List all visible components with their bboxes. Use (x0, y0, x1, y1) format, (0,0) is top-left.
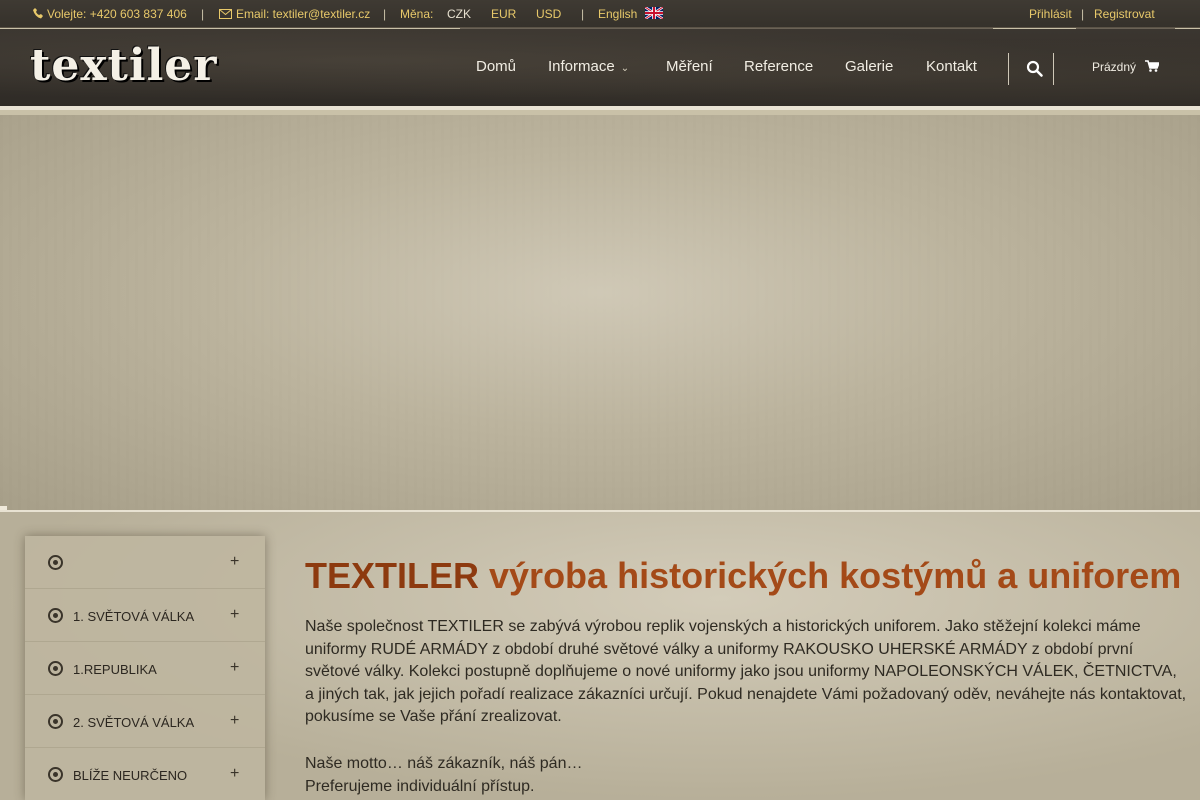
category-item-republika[interactable]: 1.REPUBLIKA + (25, 642, 265, 695)
expand-icon[interactable]: + (230, 553, 239, 571)
category-item-unspecified[interactable]: BLÍŽE NEURČENO + (25, 748, 265, 800)
login-link[interactable]: Přihlásit (1029, 7, 1072, 21)
cart-button[interactable]: Prázdný (1092, 60, 1161, 75)
dot-circle-icon (48, 767, 63, 782)
nav-reference[interactable]: Reference (744, 58, 813, 75)
category-sidebar: + 1. SVĚTOVÁ VÁLKA + 1.REPUBLIKA + 2. SV… (25, 536, 265, 800)
divider (1008, 53, 1009, 85)
expand-icon[interactable]: + (230, 606, 239, 624)
navbar-bottom-border (0, 106, 1200, 110)
language-text: English (598, 7, 638, 21)
nav-mereni[interactable]: Měření (666, 58, 713, 75)
page-title: TEXTILER výroba historických kostýmů a u… (305, 556, 1185, 596)
page-title-rest: výroba historických kostýmů a uniforem (479, 555, 1182, 596)
top-bar: Volejte: +420 603 837 406 | Email: texti… (0, 0, 1200, 30)
separator: | (201, 7, 205, 21)
chevron-down-icon: ⌄ (620, 63, 630, 74)
search-icon[interactable] (1026, 60, 1044, 78)
motto-block: Naše motto… náš zákazník, náš pán… Prefe… (305, 752, 582, 798)
category-item-ww2[interactable]: 2. SVĚTOVÁ VÁLKA + (25, 695, 265, 748)
category-label: 1.REPUBLIKA (73, 662, 157, 677)
nav-informace[interactable]: Informace ⌄ (548, 58, 629, 75)
phone-contact: Volejte: +420 603 837 406 (33, 7, 187, 22)
currency-eur[interactable]: EUR (491, 7, 516, 21)
expand-icon[interactable]: + (230, 712, 239, 730)
currency-label: Měna: (400, 7, 434, 21)
category-label: BLÍŽE NEURČENO (73, 768, 188, 783)
dot-circle-icon (48, 661, 63, 676)
email-link[interactable]: Email: textiler@textiler.cz (219, 7, 370, 22)
separator: | (581, 7, 585, 21)
nav-informace-label: Informace (548, 58, 615, 75)
category-item[interactable]: + (25, 536, 265, 589)
separator: | (1081, 7, 1085, 21)
hero-banner (0, 115, 1200, 510)
dot-circle-icon (48, 714, 63, 729)
currency-usd[interactable]: USD (536, 7, 561, 21)
phone-text: Volejte: +420 603 837 406 (47, 7, 187, 21)
category-label: 2. SVĚTOVÁ VÁLKA (73, 715, 195, 730)
category-item-ww1[interactable]: 1. SVĚTOVÁ VÁLKA + (25, 589, 265, 642)
nav-home[interactable]: Domů (476, 58, 516, 75)
nav-galerie[interactable]: Galerie (845, 58, 893, 75)
dot-circle-icon (48, 555, 63, 570)
page-title-brand: TEXTILER (305, 555, 480, 596)
motto-line: Preferujeme individuální přístup. (305, 778, 535, 795)
separator: | (383, 7, 387, 21)
nav-kontakt[interactable]: Kontakt (926, 58, 977, 75)
expand-icon[interactable]: + (230, 765, 239, 783)
expand-icon[interactable]: + (230, 659, 239, 677)
cart-label: Prázdný (1092, 60, 1137, 74)
uk-flag-icon (644, 6, 664, 22)
dot-circle-icon (48, 608, 63, 623)
site-logo[interactable]: textiler (30, 41, 217, 91)
envelope-icon (219, 8, 232, 22)
motto-line: Naše motto… náš zákazník, náš pán… (305, 755, 583, 772)
phone-icon (33, 8, 43, 22)
divider (1053, 53, 1054, 85)
email-text: Email: textiler@textiler.cz (236, 7, 371, 21)
intro-paragraph: Naše společnost TEXTILER se zabývá výrob… (305, 618, 1187, 726)
register-link[interactable]: Registrovat (1094, 7, 1155, 21)
currency-czk[interactable]: CZK (447, 7, 471, 21)
main-navbar: textiler Domů Informace ⌄ Měření Referenc… (0, 29, 1200, 107)
category-label: 1. SVĚTOVÁ VÁLKA (73, 609, 195, 624)
language-switch[interactable]: English (598, 6, 667, 22)
cart-icon (1145, 60, 1161, 75)
